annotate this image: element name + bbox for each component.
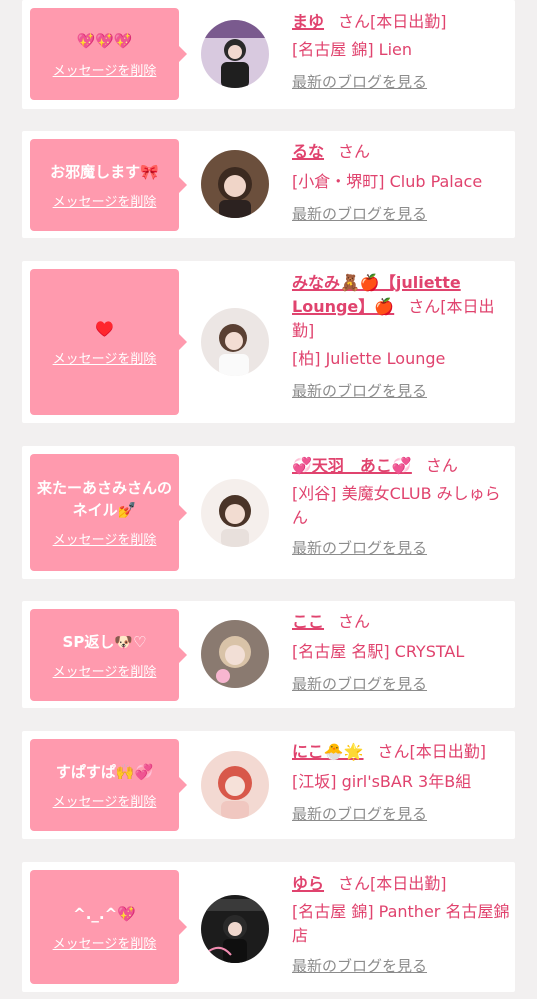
sender-name-link[interactable]: まゆ: [292, 12, 324, 31]
message-text: お邪魔します🎀: [50, 162, 159, 181]
message-card: SP返し🐶♡ メッセージを削除 ここ さん [名古屋 名駅] CRYSTAL 最新…: [22, 601, 515, 708]
status-badge: [本日出勤]: [409, 742, 487, 761]
shop-name: [柏] Juliette Lounge: [292, 349, 446, 368]
message-card: 💖💖💖 メッセージを削除 まゆ さん[本日出勤] [名古屋 錦] Lien 最新の…: [22, 0, 515, 109]
shop-name: [小倉・堺町] Club Palace: [292, 172, 483, 191]
avatar[interactable]: [201, 895, 269, 963]
latest-blog-link[interactable]: 最新のブログを見る: [292, 379, 427, 403]
message-card: お邪魔します🎀 メッセージを削除 るな さん [小倉・堺町] Club Palac…: [22, 131, 515, 238]
delete-message-button[interactable]: メッセージを削除: [53, 791, 157, 810]
status-badge: [本日出勤]: [370, 12, 447, 31]
message-card: ^._.^💖 メッセージを削除 ゆら さん[本日出勤] [名古屋 錦] Panth…: [22, 862, 515, 992]
latest-blog-link[interactable]: 最新のブログを見る: [292, 536, 427, 560]
shop-name: [江坂] girl'sBAR 3年B組: [292, 772, 472, 791]
sender-name-link[interactable]: 💞天羽 あこ💞: [292, 456, 412, 475]
honorific: さん: [425, 456, 458, 475]
message-bubble: すぱすぱ🙌💞 メッセージを削除: [30, 739, 187, 831]
honorific: さん: [377, 742, 410, 761]
delete-message-button[interactable]: メッセージを削除: [53, 529, 157, 548]
sender-name-link[interactable]: ここ: [292, 612, 324, 631]
status-badge: [本日出勤]: [370, 874, 447, 893]
avatar[interactable]: [201, 751, 269, 819]
message-text: SP返し🐶♡: [62, 632, 147, 651]
honorific: さん: [338, 612, 371, 631]
message-list: 💖💖💖 メッセージを削除 まゆ さん[本日出勤] [名古屋 錦] Lien 最新の…: [0, 0, 537, 999]
avatar[interactable]: [201, 479, 269, 547]
message-text: 来たーあさみさんのネイル💅: [36, 479, 172, 519]
sender-info: るな さん [小倉・堺町] Club Palace 最新のブログを見る: [292, 140, 512, 226]
sender-info: ゆら さん[本日出勤] [名古屋 錦] Panther 名古屋錦店 最新のブログを…: [292, 872, 512, 978]
message-bubble: お邪魔します🎀 メッセージを削除: [30, 139, 187, 231]
honorific: さん: [338, 142, 371, 161]
avatar[interactable]: [201, 620, 269, 688]
latest-blog-link[interactable]: 最新のブログを見る: [292, 70, 427, 94]
message-card: ♥️ メッセージを削除 みなみ🧸🍎【juliette Lounge】🍎 さん[本日…: [22, 261, 515, 423]
shop-name: [名古屋 名駅] CRYSTAL: [292, 642, 465, 661]
latest-blog-link[interactable]: 最新のブログを見る: [292, 202, 427, 226]
message-card: 来たーあさみさんのネイル💅 メッセージを削除 💞天羽 あこ💞 さん [刈谷] 美魔…: [22, 446, 515, 579]
sender-info: まゆ さん[本日出勤] [名古屋 錦] Lien 最新のブログを見る: [292, 10, 512, 94]
shop-name: [刈谷] 美魔女CLUB みしゅらん: [292, 484, 501, 527]
sender-info: みなみ🧸🍎【juliette Lounge】🍎 さん[本日出勤] [柏] Juli…: [292, 271, 512, 403]
sender-name-link[interactable]: ゆら: [292, 874, 324, 893]
sender-info: にこ🐣🌟 さん[本日出勤] [江坂] girl'sBAR 3年B組 最新のブログを…: [292, 740, 512, 826]
message-text: ^._.^💖: [73, 904, 136, 923]
message-bubble: 来たーあさみさんのネイル💅 メッセージを削除: [30, 454, 187, 571]
avatar[interactable]: [201, 20, 269, 88]
sender-info: 💞天羽 あこ💞 さん [刈谷] 美魔女CLUB みしゅらん 最新のブログを見る: [292, 454, 512, 560]
sender-info: ここ さん [名古屋 名駅] CRYSTAL 最新のブログを見る: [292, 610, 512, 696]
message-text: 💖💖💖: [76, 31, 133, 50]
delete-message-button[interactable]: メッセージを削除: [53, 60, 157, 79]
delete-message-button[interactable]: メッセージを削除: [53, 348, 157, 367]
honorific: さん: [338, 874, 371, 893]
latest-blog-link[interactable]: 最新のブログを見る: [292, 954, 427, 978]
avatar[interactable]: [201, 150, 269, 218]
shop-name: [名古屋 錦] Panther 名古屋錦店: [292, 902, 510, 945]
message-bubble: SP返し🐶♡ メッセージを削除: [30, 609, 187, 701]
message-bubble: ♥️ メッセージを削除: [30, 269, 187, 415]
message-bubble: 💖💖💖 メッセージを削除: [30, 8, 187, 100]
delete-message-button[interactable]: メッセージを削除: [53, 933, 157, 952]
sender-name-link[interactable]: にこ🐣🌟: [292, 742, 364, 761]
message-card: すぱすぱ🙌💞 メッセージを削除 にこ🐣🌟 さん[本日出勤] [江坂] girl's…: [22, 731, 515, 839]
message-bubble: ^._.^💖 メッセージを削除: [30, 870, 187, 984]
latest-blog-link[interactable]: 最新のブログを見る: [292, 802, 427, 826]
delete-message-button[interactable]: メッセージを削除: [53, 661, 157, 680]
avatar[interactable]: [201, 308, 269, 376]
delete-message-button[interactable]: メッセージを削除: [53, 191, 157, 210]
honorific: さん: [338, 12, 371, 31]
message-text: ♥️: [95, 319, 114, 338]
sender-name-link[interactable]: るな: [292, 142, 324, 161]
honorific: さん: [408, 297, 441, 316]
message-text: すぱすぱ🙌💞: [55, 762, 154, 781]
latest-blog-link[interactable]: 最新のブログを見る: [292, 672, 427, 696]
shop-name: [名古屋 錦] Lien: [292, 40, 413, 59]
